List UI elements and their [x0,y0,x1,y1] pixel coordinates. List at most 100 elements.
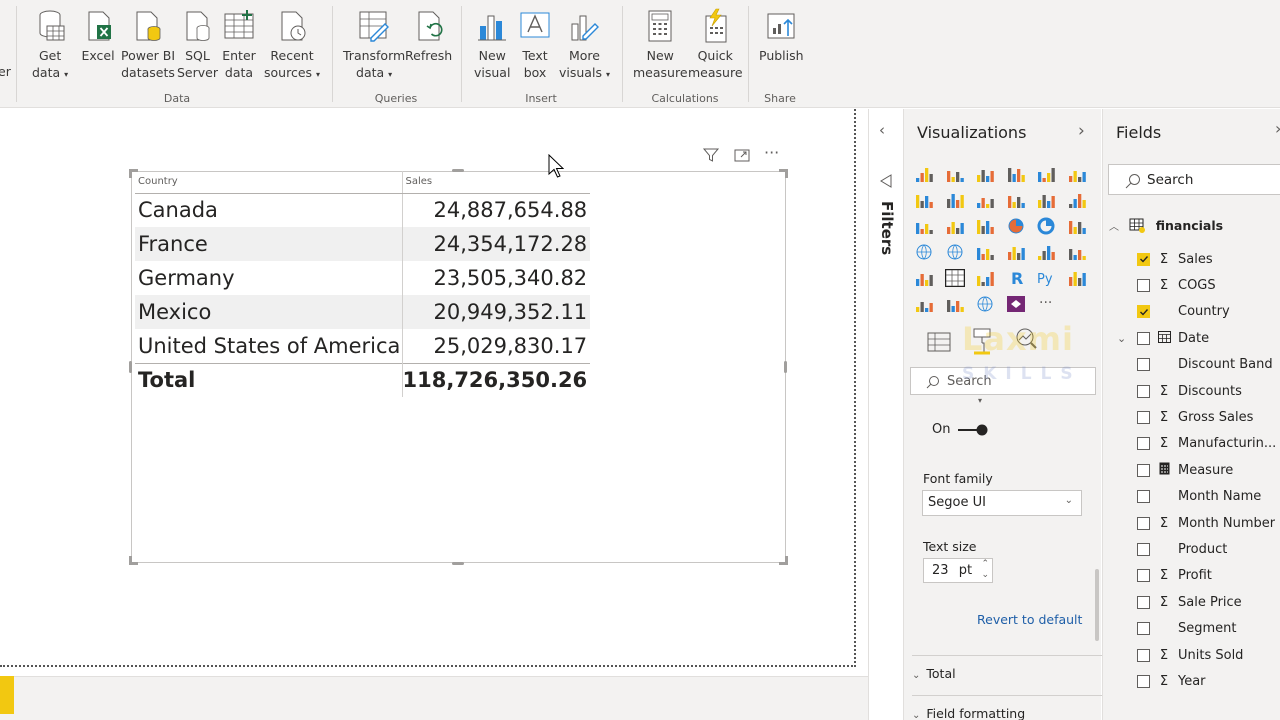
chevron-down-icon[interactable]: ⌄ [1117,332,1126,345]
field-checkbox[interactable] [1137,358,1150,372]
field-checkbox[interactable] [1137,410,1150,424]
field-item[interactable]: Σ Sales [1137,249,1213,269]
line-column-icon[interactable] [1006,191,1026,209]
filled-map-icon[interactable] [945,243,965,261]
resize-handle-left[interactable] [129,361,132,373]
area-icon[interactable] [945,191,965,209]
100-column-icon[interactable] [1067,165,1087,183]
transform-data-button[interactable]: Transform data ▾ [343,8,405,83]
field-item[interactable]: Σ Year [1137,671,1206,691]
field-checkbox[interactable] [1137,569,1150,583]
key-influencers-icon[interactable] [1067,269,1087,287]
field-checkbox[interactable] [1137,384,1150,398]
field-item[interactable]: Σ Units Sold [1137,645,1243,665]
more-options-icon[interactable]: ··· [764,143,779,163]
viz-pane-scrollbar[interactable] [1095,569,1099,641]
field-item[interactable]: Σ Profit [1137,566,1212,586]
table-node-financials[interactable]: ︿ financials [1109,217,1223,233]
power-bi-datasets-button[interactable]: Power BI datasets [121,8,175,81]
visual-filter-icon[interactable] [702,146,720,166]
table-row[interactable]: Canada 24,887,654.88 [135,193,591,227]
field-item[interactable]: Discount Band [1137,355,1273,375]
revert-to-default-link[interactable]: Revert to default [977,612,1082,627]
scatter-icon[interactable] [975,217,995,235]
field-checkbox[interactable] [1137,542,1150,556]
stacked-bar-icon[interactable] [914,165,934,183]
text-box-button[interactable]: Text box [518,8,552,81]
field-item[interactable]: Σ Discounts [1137,381,1242,401]
page-tab-active[interactable] [0,676,14,714]
chevron-left-icon[interactable]: ‹ [879,121,885,139]
resize-handle-bottom-left[interactable] [129,556,138,565]
waterfall-icon[interactable] [914,217,934,235]
fields-search-input[interactable]: Search [1108,164,1280,195]
field-checkbox[interactable] [1137,516,1150,530]
r-visual-icon[interactable]: R [1006,269,1026,288]
new-measure-button[interactable]: New measure [633,8,688,81]
enter-data-button[interactable]: Enter data [222,8,256,81]
shape-map-icon[interactable] [975,295,995,313]
excel-button[interactable]: Excel [81,8,115,64]
clustered-bar-icon[interactable] [975,165,995,183]
line-clustered-icon[interactable] [1036,191,1056,209]
clustered-column-icon[interactable] [1006,165,1026,183]
focus-mode-icon[interactable] [733,146,751,166]
field-item[interactable]: Segment [1137,619,1237,639]
field-checkbox[interactable] [1137,331,1150,345]
chevron-right-icon[interactable]: › [1078,121,1085,141]
field-item[interactable]: Measure [1137,460,1233,480]
field-item[interactable]: ⌄ Date [1117,328,1209,348]
table-row[interactable]: Mexico 20,949,352.11 [135,295,591,329]
field-checkbox[interactable] [1137,252,1150,266]
multirow-card-icon[interactable] [1036,243,1056,261]
table-icon[interactable] [944,268,965,288]
field-item[interactable]: Country [1137,302,1230,322]
new-visual-button[interactable]: New visual [474,8,510,81]
table-row[interactable]: Germany 23,505,340.82 [135,261,591,295]
funnel-icon[interactable] [945,217,965,235]
resize-handle-bottom[interactable] [452,562,464,565]
refresh-button[interactable]: Refresh [405,8,452,64]
100-bar-icon[interactable] [1036,165,1056,183]
matrix-icon[interactable] [975,269,995,287]
kpi-icon[interactable] [1067,243,1087,261]
field-item[interactable]: Σ Manufacturin... [1137,434,1276,454]
python-visual-icon[interactable]: Py [1036,269,1056,287]
more-visuals-button[interactable]: More visuals ▾ [559,8,610,83]
powerapps-icon[interactable] [1006,295,1026,313]
field-checkbox[interactable] [1137,622,1150,636]
more-icon[interactable]: ··· [1036,295,1056,313]
ribbon-icon[interactable] [1067,191,1087,209]
slicer-icon[interactable] [914,269,934,287]
section-total[interactable]: ⌄ Total [912,655,1102,681]
resize-handle-top-right[interactable] [779,169,788,178]
field-checkbox[interactable] [1137,305,1150,319]
get-data-button[interactable]: Get data ▾ [32,8,68,83]
gauge-icon[interactable] [975,243,995,261]
line-icon[interactable] [914,191,934,209]
decomposition-tree-icon[interactable] [914,295,934,313]
fields-tab-icon[interactable] [927,331,951,357]
text-size-stepper[interactable]: 23 pt ⌃ ⌄ [923,558,993,583]
map-icon[interactable] [914,243,934,261]
on-off-toggle[interactable] [956,424,991,436]
pie-icon[interactable] [1006,217,1026,235]
resize-handle-bottom-right[interactable] [779,556,788,565]
chevron-right-icon[interactable]: › [1275,119,1280,138]
stacked-column-icon[interactable] [945,165,965,183]
field-checkbox[interactable] [1137,648,1150,662]
table-row[interactable]: France 24,354,172.28 [135,227,591,261]
field-checkbox[interactable] [1137,595,1150,609]
donut-icon[interactable] [1036,217,1056,235]
publish-button[interactable]: Publish [759,8,804,64]
card-icon[interactable] [1006,243,1026,261]
field-checkbox[interactable] [1137,437,1150,451]
quick-measure-button[interactable]: Quick measure [688,8,743,81]
field-item[interactable]: Σ Sale Price [1137,592,1242,612]
recent-sources-button[interactable]: Recent sources ▾ [264,8,320,83]
table-row[interactable]: United States of America 25,029,830.17 [135,329,591,363]
sql-server-button[interactable]: SQL Server [177,8,218,81]
field-item[interactable]: Σ Gross Sales [1137,407,1253,427]
field-checkbox[interactable] [1137,490,1150,504]
field-item[interactable]: Σ COGS [1137,275,1216,295]
